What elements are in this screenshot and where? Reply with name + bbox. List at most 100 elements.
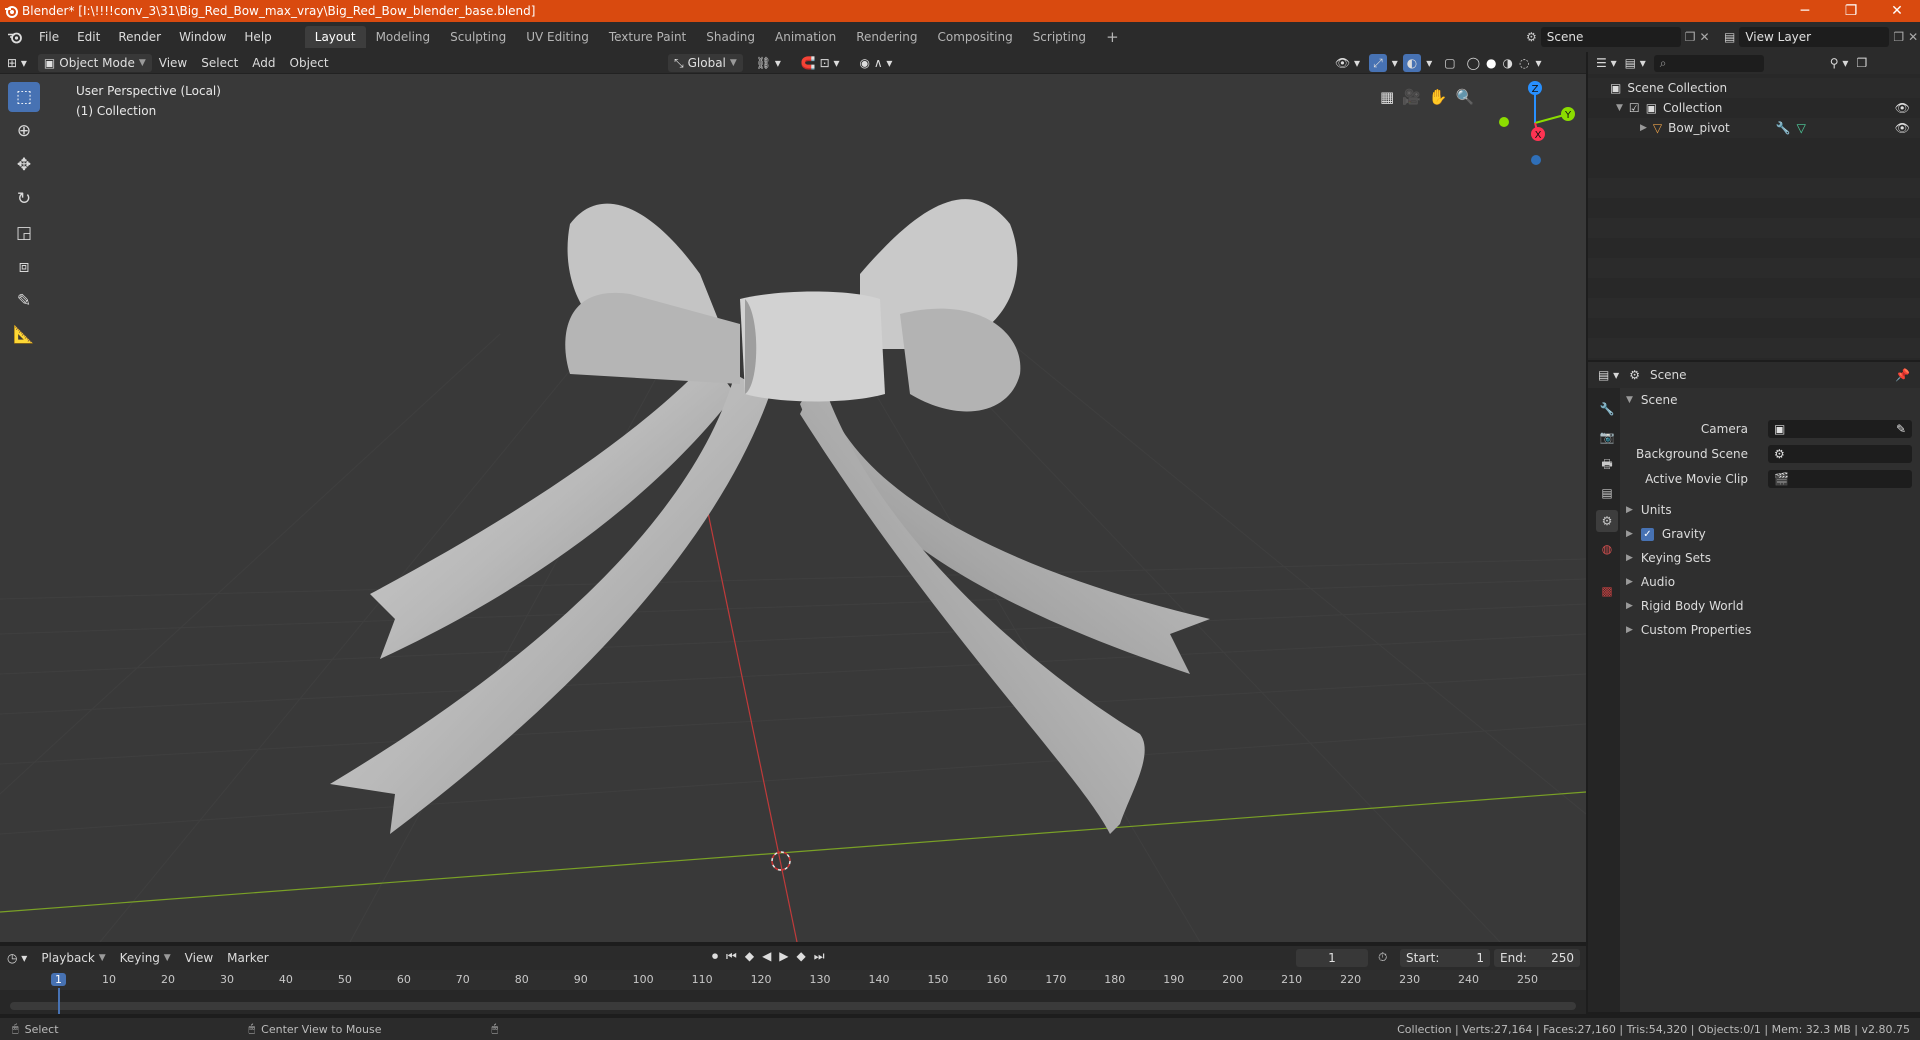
scale-tool-icon[interactable]: ◲ [8,218,40,248]
play-icon[interactable]: ▶ [779,949,788,964]
camera-field[interactable]: ▣ ✎ [1768,420,1912,438]
menu-render[interactable]: Render [109,30,170,44]
menu-timeline-view[interactable]: View [178,949,220,967]
proportional-edit-icon[interactable]: ◉ ∧ ▾ [853,54,900,72]
navigation-gizmo[interactable]: Z Y X [1490,78,1580,168]
timeline-scrollbar[interactable] [10,1002,1576,1010]
overlay-toggle-icon[interactable]: ◐ [1402,54,1422,72]
menu-select[interactable]: Select [194,54,245,72]
shading-options-icon[interactable]: ▾ [1533,54,1543,72]
display-mode-icon[interactable]: ▤ ▾ [1625,56,1646,70]
new-collection-icon[interactable]: ❐ [1856,56,1867,70]
3d-viewport[interactable]: User Perspective (Local) (1) Collection … [0,74,1586,942]
texture-properties-tab-icon[interactable]: ▩ [1596,580,1618,602]
tab-texture-paint[interactable]: Texture Paint [599,26,696,48]
rigid-body-world-section[interactable]: ▶ Rigid Body World [1626,599,1743,613]
menu-window[interactable]: Window [170,30,235,44]
expand-icon[interactable]: ▼ [1616,103,1623,113]
wireframe-shading-icon[interactable]: ◯ [1465,54,1482,72]
annotate-tool-icon[interactable]: ✎ [8,286,40,316]
visibility-eye-icon[interactable]: 👁 [1895,101,1910,115]
material-shading-icon[interactable]: ◑ [1501,54,1515,72]
current-frame-field[interactable]: 1 [1296,949,1368,967]
orientation-dropdown[interactable]: ⤡ Global ▼ [668,54,743,72]
new-view-layer-icon[interactable]: ❐ [1893,30,1904,44]
tab-sculpting[interactable]: Sculpting [440,26,516,48]
gizmo-toggle-icon[interactable]: ⤢ [1369,54,1387,72]
tab-uv-editing[interactable]: UV Editing [516,26,599,48]
close-button[interactable]: ✕ [1874,0,1920,22]
record-icon[interactable]: ⏺ [712,949,718,964]
background-scene-field[interactable]: ⚙ [1768,445,1912,463]
preview-range-icon[interactable]: ⏱ [1378,950,1387,965]
active-movie-clip-field[interactable]: 🎬 [1768,470,1912,488]
world-properties-tab-icon[interactable]: ◍ [1596,538,1618,560]
delete-scene-icon[interactable]: ✕ [1700,30,1710,44]
view-layer-tab-icon[interactable]: ▤ [1596,482,1618,504]
menu-file[interactable]: File [30,30,68,44]
menu-playback[interactable]: Playback ▼ [34,949,112,967]
outliner-search-input[interactable]: ⌕ [1653,54,1764,72]
output-properties-tab-icon[interactable]: 🖶 [1596,454,1618,476]
eyedropper-icon[interactable]: ✎ [1896,422,1906,436]
scene-properties-tab-icon[interactable]: ⚙ [1596,510,1618,532]
delete-view-layer-icon[interactable]: ✕ [1908,30,1918,44]
add-workspace-button[interactable]: + [1096,24,1129,50]
mode-dropdown[interactable]: ▣ Object Mode ▼ [37,53,152,72]
current-frame-marker[interactable]: 1 [51,973,66,986]
custom-properties-section[interactable]: ▶ Custom Properties [1626,623,1751,637]
bow-mesh[interactable] [330,199,1210,834]
tab-layout[interactable]: Layout [304,26,366,48]
editor-type-icon[interactable]: ⊞ ▾ [0,54,34,72]
next-keyframe-icon[interactable]: ◆ [797,949,806,964]
solid-shading-icon[interactable]: ● [1484,54,1498,72]
tab-modeling[interactable]: Modeling [366,26,441,48]
toggle-grid-view-icon[interactable]: ▦ [1380,88,1394,106]
outliner-object[interactable]: ▶ ▽ Bow_pivot 🔧 ▽ [1640,121,1806,135]
end-frame-field[interactable]: End: 250 [1494,949,1580,967]
pin-icon[interactable]: 📌 [1895,368,1910,382]
checkbox-icon[interactable]: ☑ [1629,101,1640,115]
zoom-view-icon[interactable]: 🔍 [1456,88,1475,106]
frame-ruler[interactable]: 1 10 20 30 40 50 60 70 80 90 100 110 120 130 140 150 160… [0,970,1586,990]
properties-editor-icon[interactable]: ▤ ▾ [1598,368,1619,382]
snap-icon[interactable]: 🧲 ⊡ ▾ [794,54,847,72]
xray-icon[interactable]: ▢ [1437,54,1462,72]
menu-object[interactable]: Object [283,54,336,72]
new-scene-icon[interactable]: ❐ [1685,30,1696,44]
gravity-section[interactable]: ▶ ✓ Gravity [1626,527,1706,541]
play-reverse-icon[interactable]: ◀ [762,949,771,964]
blender-menu-icon[interactable] [0,30,30,44]
outliner-editor-icon[interactable]: ☰ ▾ [1596,56,1617,70]
tool-properties-tab-icon[interactable]: 🔧 [1596,398,1618,420]
filter-icon[interactable]: ⚲ ▾ [1830,56,1849,70]
menu-keying[interactable]: Keying ▼ [113,949,178,967]
menu-edit[interactable]: Edit [68,30,109,44]
camera-view-icon[interactable]: 🎥 [1402,88,1421,106]
scene-panel-header[interactable]: ▼ Scene [1626,393,1678,407]
menu-add[interactable]: Add [245,54,282,72]
transform-tool-icon[interactable]: ⧈ [8,252,40,282]
cursor-tool-icon[interactable]: ⊕ [8,116,40,146]
pivot-icon[interactable]: ⛓ ▾ [749,54,788,72]
gravity-checkbox[interactable]: ✓ [1640,527,1654,541]
render-properties-tab-icon[interactable]: 📷 [1596,426,1618,448]
menu-view[interactable]: View [152,54,194,72]
outliner-collection[interactable]: ▼ ☑ ▣ Collection [1616,101,1722,115]
menu-marker[interactable]: Marker [220,949,275,967]
timeline-area[interactable]: 1 10 20 30 40 50 60 70 80 90 100 110 120 130 140 150 160… [0,970,1586,1014]
tab-rendering[interactable]: Rendering [846,26,927,48]
tab-animation[interactable]: Animation [765,26,846,48]
expand-icon[interactable]: ▶ [1640,123,1647,133]
rotate-tool-icon[interactable]: ↻ [8,184,40,214]
pan-view-icon[interactable]: ✋ [1429,88,1448,106]
tab-shading[interactable]: Shading [696,26,765,48]
audio-section[interactable]: ▶ Audio [1626,575,1675,589]
scene-selector[interactable]: Scene [1540,27,1681,47]
jump-start-icon[interactable]: ⏮ [726,949,737,964]
timeline-editor-icon[interactable]: ◷ ▾ [0,949,34,967]
units-section[interactable]: ▶ Units [1626,503,1672,517]
visibility-icon[interactable]: 👁 ▾ [1328,54,1367,72]
tab-compositing[interactable]: Compositing [927,26,1022,48]
maximize-button[interactable]: ❐ [1828,0,1874,22]
